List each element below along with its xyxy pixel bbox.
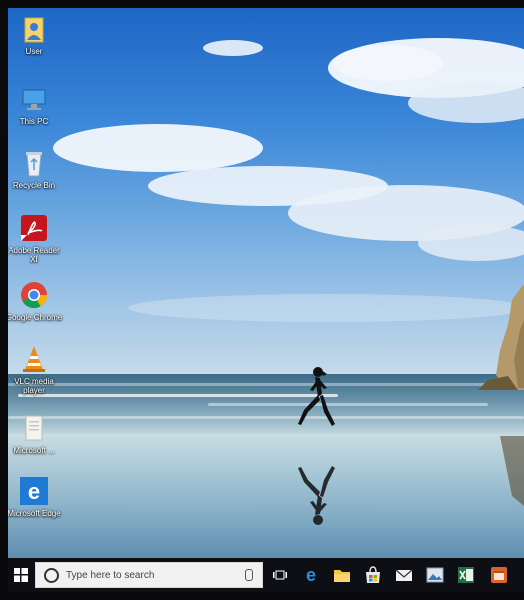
desktop-icon-google-chrome[interactable]: Google Chrome bbox=[8, 280, 63, 322]
edge-icon: e bbox=[19, 476, 49, 506]
taskbar-mail-button[interactable] bbox=[390, 558, 418, 592]
desktop-icon-label: Google Chrome bbox=[8, 313, 63, 322]
cliff-rock bbox=[478, 285, 524, 390]
taskbar: Type here to search e bbox=[8, 558, 524, 592]
wallpaper-beach bbox=[8, 434, 524, 558]
chrome-icon bbox=[19, 280, 49, 310]
taskbar-app-button[interactable] bbox=[484, 558, 514, 592]
mail-icon bbox=[395, 569, 413, 581]
desktop-wallpaper bbox=[8, 8, 524, 558]
wave-foam bbox=[8, 416, 524, 419]
taskbar-photos-button[interactable] bbox=[421, 558, 449, 592]
desktop-icon-microsoft-folder[interactable]: Microsoft ... bbox=[8, 413, 63, 455]
desktop-icon-label: Microsoft ... bbox=[13, 446, 55, 455]
desktop-icon-label: VLC media player bbox=[14, 377, 54, 395]
cortana-circle-icon bbox=[44, 568, 59, 583]
desktop-icon-user[interactable]: User bbox=[8, 14, 63, 56]
runner-reflection bbox=[298, 466, 335, 525]
wallpaper-clouds bbox=[53, 38, 524, 322]
recycle-bin-icon bbox=[19, 148, 49, 178]
desktop-icon-label: User bbox=[25, 47, 43, 56]
adobe-reader-icon bbox=[19, 213, 49, 243]
taskbar-search-box[interactable]: Type here to search bbox=[35, 562, 263, 588]
task-view-button[interactable] bbox=[266, 558, 294, 592]
start-button[interactable] bbox=[8, 558, 34, 592]
photos-icon bbox=[426, 567, 444, 583]
desktop-icon-label: Adobe Reader XI bbox=[8, 246, 60, 264]
windows-logo-icon bbox=[14, 568, 28, 582]
taskbar-store-button[interactable] bbox=[359, 558, 387, 592]
desktop-icon-this-pc[interactable]: This PC bbox=[8, 84, 63, 126]
app-icon bbox=[491, 567, 507, 583]
svg-text:e: e bbox=[306, 566, 316, 584]
desktop-icon-label: Recycle Bin bbox=[12, 181, 56, 190]
desktop-icon-recycle-bin[interactable]: Recycle Bin bbox=[8, 148, 63, 190]
runner-silhouette bbox=[298, 367, 335, 426]
computer-icon bbox=[19, 84, 49, 114]
user-folder-icon bbox=[19, 14, 49, 44]
edge-icon: e bbox=[306, 566, 316, 584]
svg-text:e: e bbox=[28, 479, 40, 504]
desktop-icon-label: Microsoft Edge bbox=[8, 509, 61, 518]
vlc-cone-icon bbox=[19, 344, 49, 374]
wave-foam bbox=[208, 403, 488, 406]
taskbar-edge-button[interactable]: e bbox=[297, 558, 325, 592]
desktop-icon-microsoft-edge[interactable]: e Microsoft Edge bbox=[8, 476, 63, 518]
document-icon bbox=[19, 413, 49, 443]
excel-icon bbox=[458, 567, 474, 583]
wave-foam bbox=[8, 383, 524, 386]
taskbar-file-explorer-button[interactable] bbox=[328, 558, 356, 592]
store-icon bbox=[366, 566, 380, 583]
file-explorer-icon bbox=[334, 570, 350, 582]
desktop-icon-adobe-reader[interactable]: Adobe Reader XI bbox=[8, 213, 63, 264]
task-view-icon bbox=[273, 570, 287, 580]
microphone-icon[interactable] bbox=[245, 569, 253, 581]
desktop-icon-label: This PC bbox=[19, 117, 49, 126]
monitor-bezel: User This PC Recycle Bin Adobe Reader XI… bbox=[0, 0, 524, 600]
desktop-screen: User This PC Recycle Bin Adobe Reader XI… bbox=[8, 8, 524, 592]
search-placeholder: Type here to search bbox=[66, 570, 155, 581]
taskbar-excel-button[interactable] bbox=[452, 558, 480, 592]
desktop-icon-vlc[interactable]: VLC media player bbox=[8, 344, 63, 395]
cliff-reflection bbox=[500, 436, 524, 506]
